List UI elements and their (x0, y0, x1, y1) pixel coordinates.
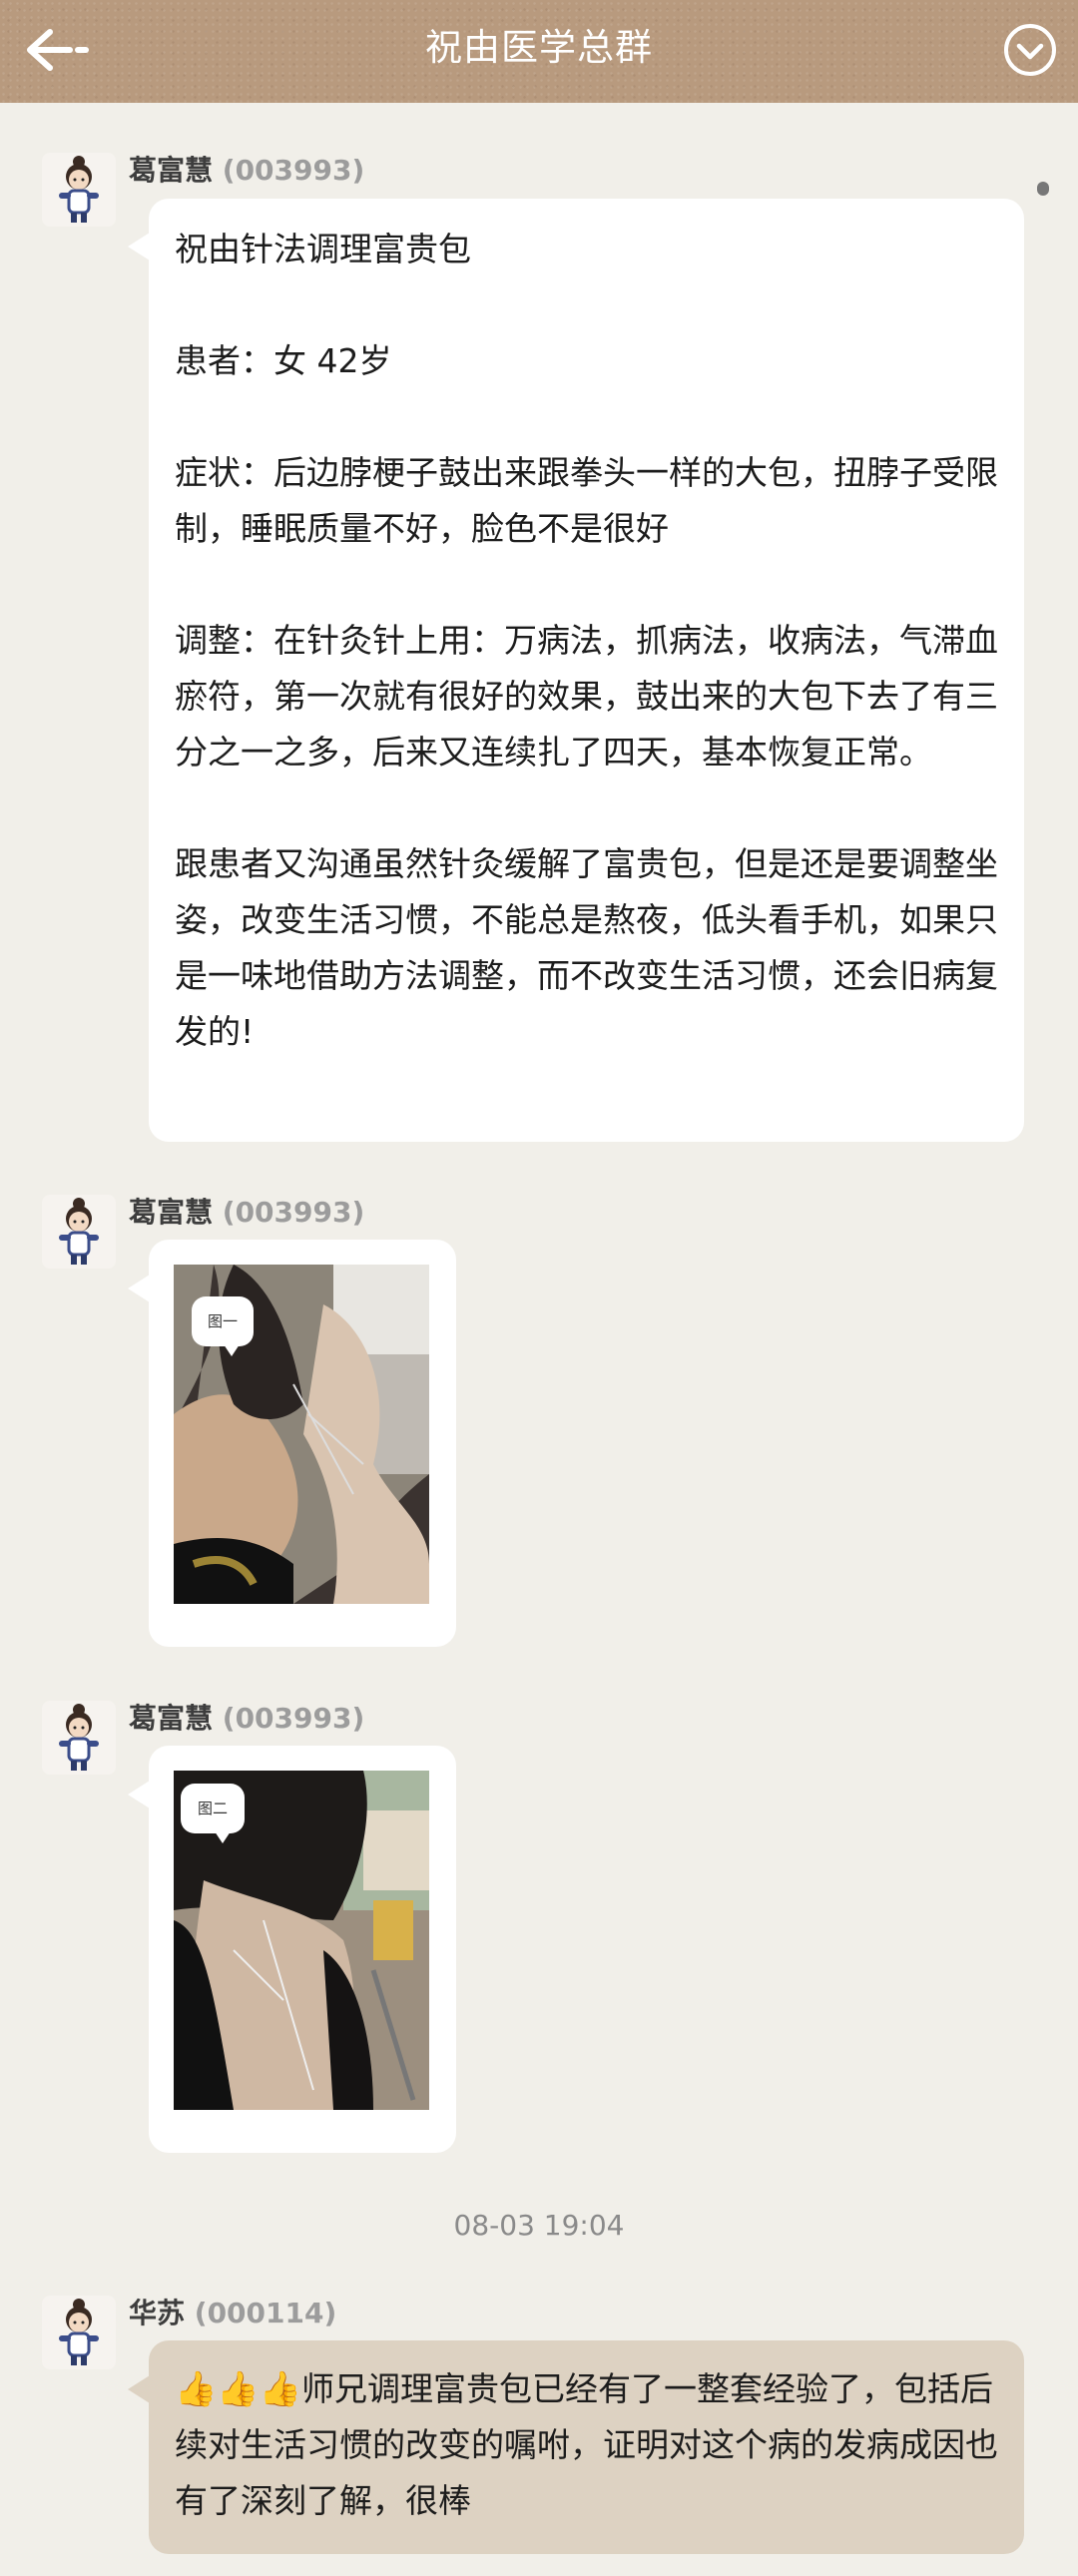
photo-1[interactable]: 图一 (174, 1265, 429, 1604)
image-bubble[interactable]: 图一 (149, 1240, 456, 1647)
avatar[interactable] (42, 2296, 116, 2369)
sender-id: (003993) (222, 1702, 365, 1735)
menu-button[interactable] (1002, 22, 1058, 78)
avatar-figure-icon (59, 1704, 99, 1771)
sender-name: 葛富慧 (003993) (129, 1195, 364, 1231)
message-timestamp: 08-03 19:04 (453, 2209, 625, 2242)
sender-display-name: 葛富慧 (129, 154, 214, 187)
sender-name: 葛富慧 (003993) (129, 1701, 364, 1737)
sender-id: (003993) (222, 154, 365, 187)
sender-display-name: 华苏 (129, 2297, 186, 2329)
bubble-tail (128, 1781, 150, 1808)
chevron-down-circle-icon (1004, 24, 1056, 76)
thumbs-up-emoji: 👍👍👍 (175, 2369, 302, 2409)
avatar[interactable] (42, 1701, 116, 1775)
top-bar: 祝由医学总群 (0, 0, 1078, 103)
photo-2[interactable]: 图二 (174, 1771, 429, 2110)
photo-caption: 图一 (192, 1296, 254, 1356)
avatar-figure-icon (59, 156, 99, 223)
avatar[interactable] (42, 153, 116, 227)
bubble-tail (128, 2375, 150, 2403)
avatar-figure-icon (59, 1198, 99, 1265)
scrollbar-thumb[interactable] (1037, 182, 1049, 196)
sender-name: 葛富慧 (003993) (129, 153, 364, 189)
sender-id: (000114) (194, 2297, 337, 2329)
bubble-tail (128, 233, 150, 260)
avatar-figure-icon (59, 2299, 99, 2365)
avatar[interactable] (42, 1195, 116, 1269)
sender-display-name: 葛富慧 (129, 1702, 214, 1735)
message-text: 祝由针法调理富贵包 患者：女 42岁 症状：后边脖梗子鼓出来跟拳头一样的大包，扭… (175, 230, 998, 1051)
message-text: 👍👍👍师兄调理富贵包已经有了一整套经验了，包括后续对生活习惯的改变的嘱咐，证明对… (175, 2361, 1003, 2529)
chat-title: 祝由医学总群 (425, 26, 653, 69)
photo-caption: 图二 (181, 1784, 245, 1843)
sender-id: (003993) (222, 1196, 365, 1229)
sender-display-name: 葛富慧 (129, 1196, 214, 1229)
message-bubble[interactable]: 祝由针法调理富贵包 患者：女 42岁 症状：后边脖梗子鼓出来跟拳头一样的大包，扭… (149, 199, 1024, 1142)
sender-name: 华苏 (000114) (129, 2296, 336, 2331)
message-bubble[interactable]: 👍👍👍师兄调理富贵包已经有了一整套经验了，包括后续对生活习惯的改变的嘱咐，证明对… (149, 2340, 1024, 2554)
bubble-tail (128, 1275, 150, 1302)
image-bubble[interactable]: 图二 (149, 1746, 456, 2153)
